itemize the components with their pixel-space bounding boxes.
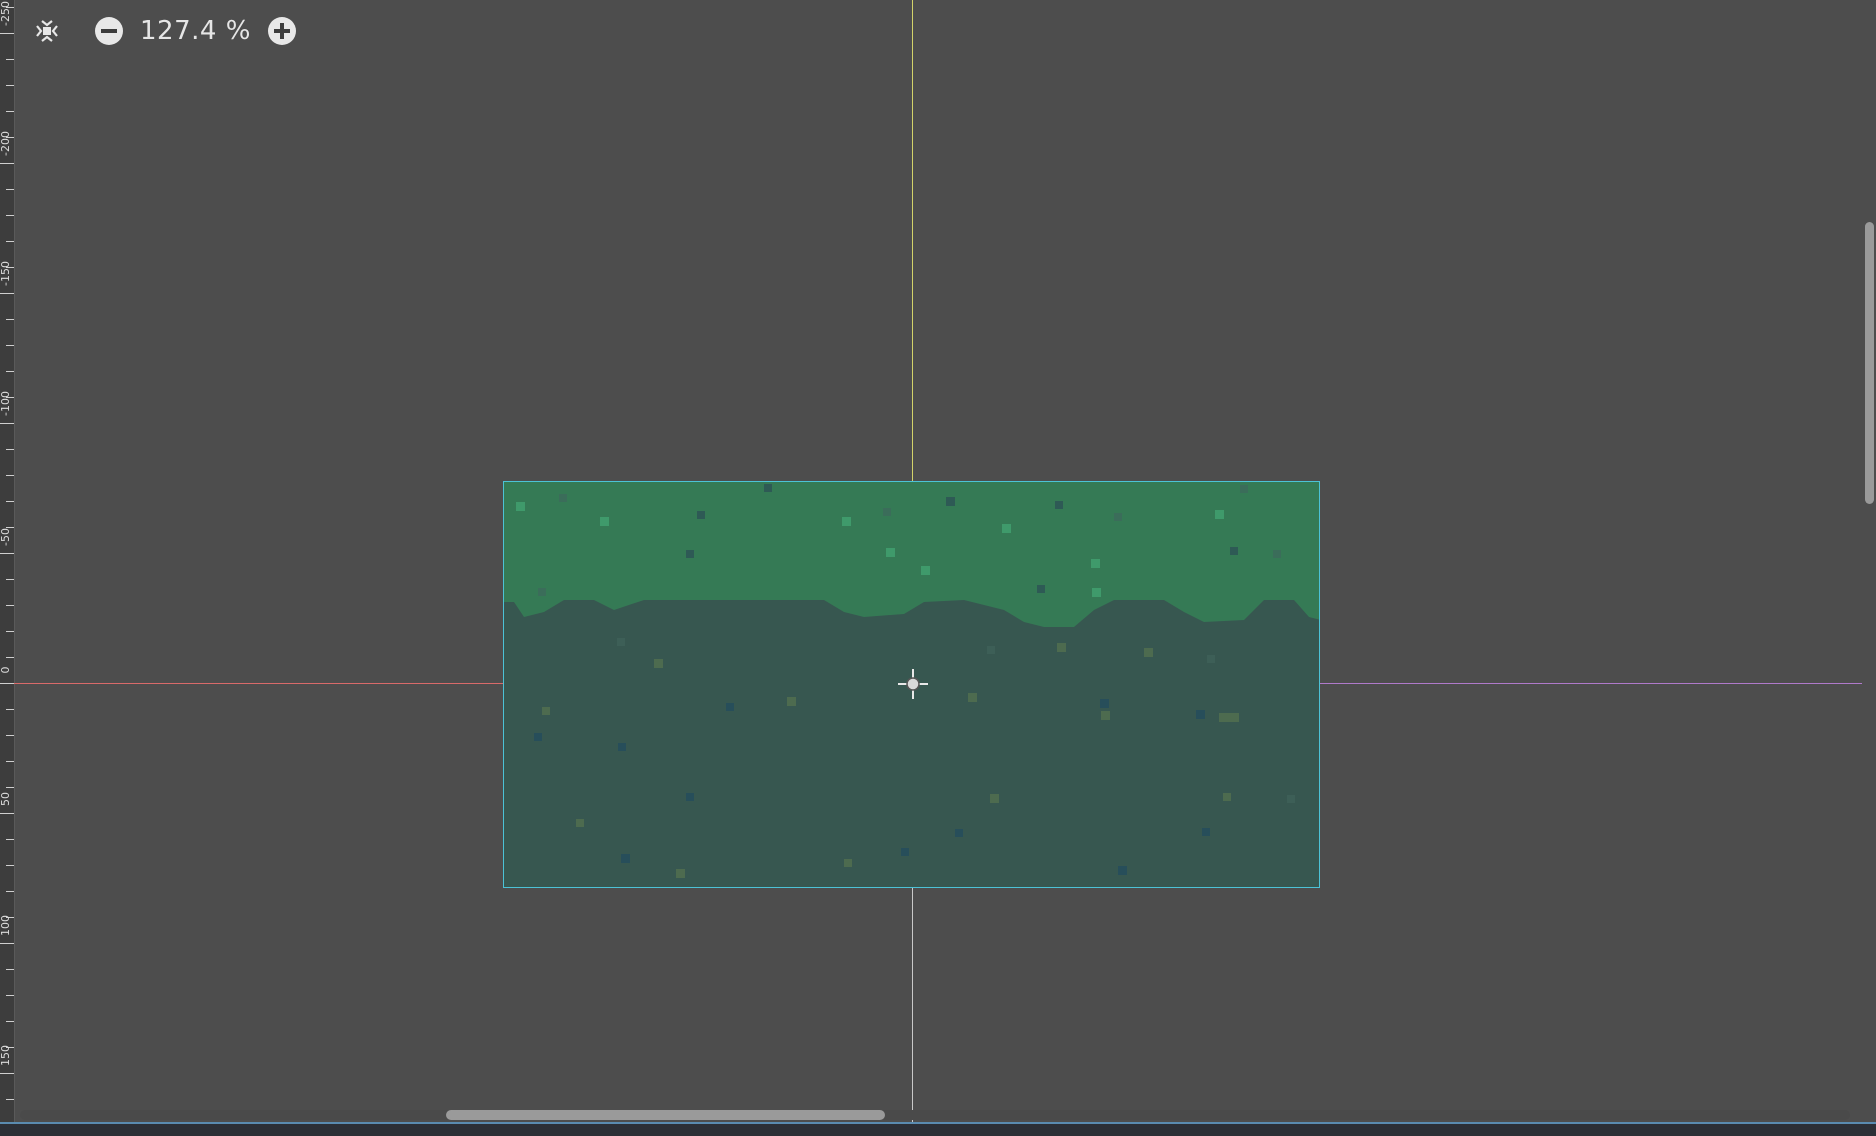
ruler-major-tick [0, 293, 14, 294]
horizontal-scroll-thumb[interactable] [446, 1110, 885, 1120]
ruler-minor-tick [6, 865, 14, 866]
ruler-minor-tick [6, 787, 14, 788]
center-view-button[interactable] [30, 14, 64, 48]
ruler-label: 0 [0, 666, 12, 674]
zoom-out-button[interactable] [92, 14, 126, 48]
ruler-major-tick [0, 943, 14, 944]
ruler-minor-tick [6, 579, 14, 580]
bottom-panel-edge [0, 1122, 1876, 1136]
ruler-minor-tick [6, 657, 14, 658]
ruler-label: 150 [0, 1045, 12, 1066]
ruler-label: 100 [0, 915, 12, 936]
ruler-minor-tick [6, 891, 14, 892]
ruler-minor-tick [6, 1099, 14, 1100]
vertical-scroll-thumb[interactable] [1865, 222, 1874, 504]
horizontal-scrollbar[interactable] [20, 1110, 1850, 1120]
ruler-major-tick [0, 813, 14, 814]
ruler-minor-tick [6, 215, 14, 216]
ruler-minor-tick [6, 1021, 14, 1022]
ruler-minor-tick [6, 371, 14, 372]
ruler-major-tick [0, 683, 14, 684]
ruler-minor-tick [6, 189, 14, 190]
center-view-icon [36, 20, 58, 42]
ruler-major-tick [0, 33, 14, 34]
ruler-minor-tick [6, 85, 14, 86]
ruler-major-tick [0, 1073, 14, 1074]
ruler-minor-tick [6, 59, 14, 60]
zoom-out-icon [95, 17, 123, 45]
canvas-viewport[interactable]: -250 -200 -150 -100 -50 0 50 100 150 127… [0, 0, 1876, 1136]
ruler-minor-tick [6, 839, 14, 840]
ruler-label: -100 [0, 391, 12, 416]
zoom-in-icon [267, 17, 296, 45]
ruler-major-tick [0, 163, 14, 164]
ruler-minor-tick [6, 501, 14, 502]
ruler-label: -250 [0, 1, 12, 26]
ruler-major-tick [0, 553, 14, 554]
zoom-in-button[interactable] [265, 14, 299, 48]
ruler-minor-tick [6, 319, 14, 320]
ruler-label: -150 [0, 261, 12, 286]
ruler-label: -50 [0, 528, 12, 546]
ruler-minor-tick [6, 735, 14, 736]
ruler-major-tick [0, 423, 14, 424]
ruler-minor-tick [6, 449, 14, 450]
ruler-minor-tick [6, 475, 14, 476]
ruler-minor-tick [6, 631, 14, 632]
zoom-toolbar: 127.4 % [30, 12, 299, 50]
ruler-minor-tick [6, 709, 14, 710]
vertical-ruler: -250 -200 -150 -100 -50 0 50 100 150 [0, 0, 15, 1126]
ruler-label: -200 [0, 131, 12, 156]
ruler-minor-tick [6, 605, 14, 606]
ruler-minor-tick [6, 995, 14, 996]
ruler-label: 50 [0, 792, 12, 806]
zoom-level-label[interactable]: 127.4 % [140, 16, 251, 46]
ruler-minor-tick [6, 761, 14, 762]
ruler-minor-tick [6, 241, 14, 242]
ruler-minor-tick [6, 345, 14, 346]
ruler-minor-tick [6, 969, 14, 970]
origin-pivot-icon[interactable] [896, 667, 930, 701]
vertical-scrollbar[interactable] [1862, 0, 1876, 1126]
ruler-minor-tick [6, 111, 14, 112]
